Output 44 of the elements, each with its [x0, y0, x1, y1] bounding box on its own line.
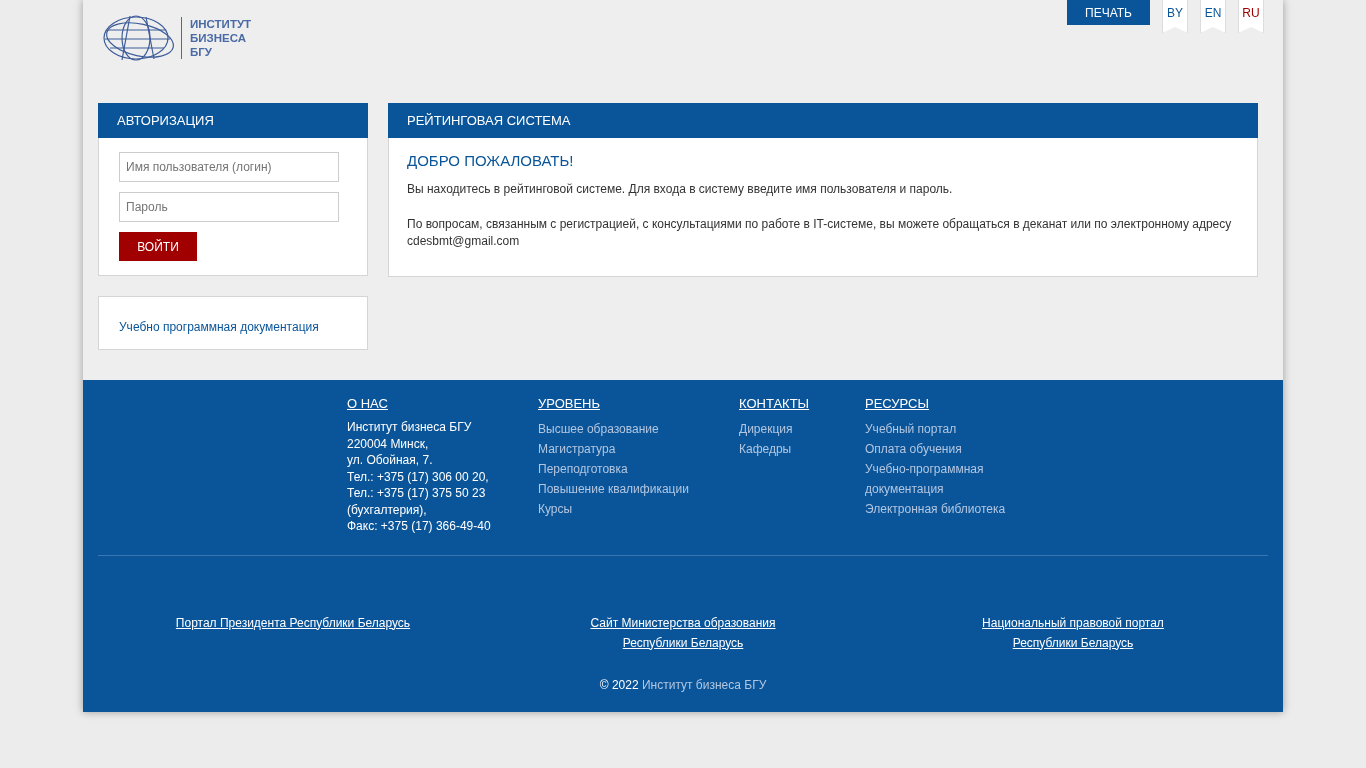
portal-link[interactable]: Республики Беларусь — [1012, 632, 1134, 653]
address-line: Тел.: +375 (17) 375 50 23 — [347, 485, 487, 502]
language-tab[interactable]: RU — [1238, 0, 1264, 33]
password-field[interactable]: Пароль — [119, 192, 339, 222]
footer-link[interactable]: Учебный портал — [865, 419, 957, 439]
footer-link[interactable]: Переподготовка — [538, 459, 628, 479]
footer-heading-link[interactable]: УРОВЕНЬ — [538, 396, 601, 411]
language-tab[interactable]: EN — [1200, 0, 1226, 33]
footer-link[interactable]: Высшее образование — [538, 419, 659, 439]
footer-heading-link[interactable]: О НАС — [347, 396, 388, 411]
info-paragraph: По вопросам, связанным с регистрацией, с консультациями по работе в IT-системе, вы можете обращаться в деканат или по электронному адресу cdesbmt@gmail.com — [407, 216, 1233, 250]
portal-link[interactable]: Национальный правовой портал — [982, 612, 1164, 633]
footer-link[interactable]: Кафедры — [739, 439, 792, 459]
footer-link[interactable]: Учебно-программная документация — [865, 459, 1065, 499]
docs-link[interactable]: Учебно программная документация — [119, 320, 319, 334]
address-line: Институт бизнеса БГУ — [347, 419, 473, 436]
logo-text: ИНСТИТУТ БИЗНЕСА БГУ — [181, 17, 252, 59]
copyright-text: © 2022 Институт бизнеса БГУ — [599, 677, 767, 692]
language-tab[interactable]: BY — [1162, 0, 1188, 33]
info-paragraph: Вы находитесь в рейтинговой системе. Для входа в систему введите имя пользователя и пароль. — [407, 181, 954, 198]
globe-logo-icon — [102, 14, 176, 62]
footer-link[interactable]: Магистратура — [538, 439, 616, 459]
portal-link[interactable]: Портал Президента Республики Беларусь — [175, 612, 411, 633]
portal-link[interactable]: Республики Беларусь — [622, 632, 744, 653]
portal-link[interactable]: Сайт Министерства образования — [590, 612, 776, 633]
address-line: Тел.: +375 (17) 306 00 20, — [347, 468, 490, 485]
panel-title: РЕЙТИНГОВАЯ СИСТЕМА — [388, 103, 1258, 138]
address-line: ул. Обойная, 7. — [347, 452, 434, 469]
panel-title: АВТОРИЗАЦИЯ — [98, 103, 368, 138]
institute-link[interactable]: Институт бизнеса БГУ — [641, 677, 767, 692]
print-button[interactable]: ПЕЧАТЬ — [1067, 0, 1150, 25]
username-field[interactable]: Имя пользователя (логин) — [119, 152, 339, 182]
footer-link[interactable]: Оплата обучения — [865, 439, 962, 459]
footer-link[interactable]: Электронная библиотека — [865, 499, 1006, 519]
login-button[interactable]: ВОЙТИ — [119, 232, 197, 261]
footer-heading-link[interactable]: КОНТАКТЫ — [739, 396, 810, 411]
address-line: Факс: +375 (17) 366-49-40 — [347, 518, 492, 535]
footer-link[interactable]: Повышение квалификации — [538, 479, 689, 499]
footer-heading-link[interactable]: РЕСУРСЫ — [865, 396, 929, 411]
address-line: 220004 Минск, — [347, 435, 430, 452]
welcome-heading: ДОБРО ПОЖАЛОВАТЬ! — [407, 152, 575, 169]
address-line: (бухгалтерия), — [347, 501, 428, 518]
footer-link[interactable]: Дирекция — [739, 419, 793, 439]
footer-link[interactable]: Курсы — [538, 499, 573, 519]
